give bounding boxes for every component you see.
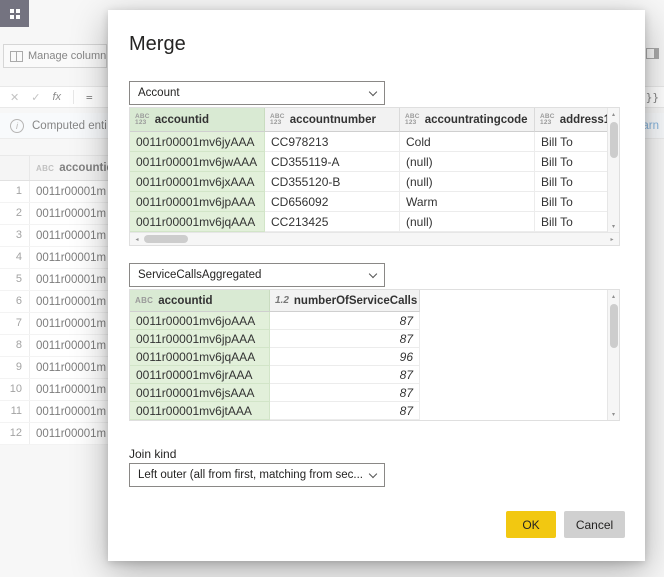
screen: Manage columns ✕ ✓ fx = }}} i Computed e…: [0, 0, 664, 577]
cell[interactable]: CC213425: [265, 212, 400, 232]
table-row: 0011r00001mv6jqAAA 96: [130, 348, 607, 366]
scroll-left-icon[interactable]: ◂: [131, 233, 143, 246]
cell[interactable]: CD355120-B: [265, 172, 400, 192]
horizontal-scrollbar[interactable]: ◂ ▸: [130, 232, 619, 245]
cell[interactable]: CC978213: [265, 132, 400, 152]
table-row: 0011r00001mv6jwAAA CD355119-A (null) Bil…: [130, 152, 607, 172]
scrollbar-thumb[interactable]: [610, 304, 618, 348]
cell[interactable]: CD355119-A: [265, 152, 400, 172]
second-table-select[interactable]: ServiceCallsAggregated: [129, 263, 385, 287]
vertical-scrollbar[interactable]: ▴ ▾: [607, 108, 619, 232]
scroll-up-icon[interactable]: ▴: [608, 290, 619, 302]
header-filler: [420, 290, 607, 312]
cell[interactable]: 87: [270, 312, 420, 330]
column-header-accountid[interactable]: ABC accountid: [130, 290, 270, 312]
column-label: accountratingcode: [425, 114, 528, 126]
cell[interactable]: 0011r00001mv6jqAAA: [130, 212, 265, 232]
table-row: 0011r00001mv6joAAA 87: [130, 312, 607, 330]
cell[interactable]: 0011r00001mv6jqAAA: [130, 348, 270, 366]
header-row: ABC accountid 1.2 numberOfServiceCalls: [130, 290, 607, 312]
any-type-icon: ABC123: [270, 114, 285, 126]
any-type-icon: ABC123: [405, 114, 420, 126]
scrollbar-thumb[interactable]: [144, 235, 188, 243]
cell[interactable]: 0011r00001mv6jyAAA: [130, 132, 265, 152]
cell[interactable]: CD656092: [265, 192, 400, 212]
table-row: 0011r00001mv6jtAAA 87: [130, 402, 607, 420]
cell[interactable]: Bill To: [535, 212, 607, 232]
cell[interactable]: 87: [270, 330, 420, 348]
cell[interactable]: 0011r00001mv6jtAAA: [130, 402, 270, 420]
join-kind-label: Join kind: [129, 447, 176, 461]
table-row: 0011r00001mv6jsAAA 87: [130, 384, 607, 402]
scroll-down-icon[interactable]: ▾: [608, 220, 619, 232]
cell[interactable]: Bill To: [535, 192, 607, 212]
header-row: ABC123 accountid ABC123 accountnumber AB…: [130, 108, 607, 132]
cell[interactable]: Bill To: [535, 172, 607, 192]
column-header-accountid[interactable]: ABC123 accountid: [130, 108, 265, 132]
chevron-down-icon: [369, 87, 377, 95]
cell[interactable]: 96: [270, 348, 420, 366]
first-table-select-value: Account: [138, 87, 364, 99]
table-row: 0011r00001mv6jpAAA CD656092 Warm Bill To: [130, 192, 607, 212]
scroll-up-icon[interactable]: ▴: [608, 108, 619, 120]
cell[interactable]: 87: [270, 366, 420, 384]
row-filler: [420, 348, 607, 366]
vertical-scrollbar[interactable]: ▴ ▾: [607, 290, 619, 420]
cell[interactable]: Cold: [400, 132, 535, 152]
row-filler: [420, 312, 607, 330]
table-row: 0011r00001mv6jpAAA 87: [130, 330, 607, 348]
row-filler: [420, 384, 607, 402]
second-table-select-value: ServiceCallsAggregated: [138, 269, 364, 281]
cell[interactable]: Bill To: [535, 152, 607, 172]
cell[interactable]: 0011r00001mv6jwAAA: [130, 152, 265, 172]
column-label: accountnumber: [290, 114, 376, 126]
table-row: 0011r00001mv6jxAAA CD355120-B (null) Bil…: [130, 172, 607, 192]
scroll-down-icon[interactable]: ▾: [608, 408, 619, 420]
cell[interactable]: 0011r00001mv6joAAA: [130, 312, 270, 330]
first-table-select[interactable]: Account: [129, 81, 385, 105]
cell[interactable]: (null): [400, 152, 535, 172]
cancel-button[interactable]: Cancel: [564, 511, 625, 538]
column-header-numberofservicecalls[interactable]: 1.2 numberOfServiceCalls: [270, 290, 420, 312]
cell[interactable]: 87: [270, 402, 420, 420]
scroll-right-icon[interactable]: ▸: [606, 233, 618, 246]
column-label: accountid: [158, 295, 212, 307]
cell[interactable]: Bill To: [535, 132, 607, 152]
text-type-icon: ABC: [135, 296, 153, 305]
table-row: 0011r00001mv6jrAAA 87: [130, 366, 607, 384]
ok-button[interactable]: OK: [506, 511, 556, 538]
column-label: address1_addr: [560, 114, 607, 126]
cell[interactable]: (null): [400, 172, 535, 192]
any-type-icon: ABC123: [135, 114, 150, 126]
cell[interactable]: 87: [270, 384, 420, 402]
first-table-preview: ABC123 accountid ABC123 accountnumber AB…: [129, 107, 620, 246]
table-row: 0011r00001mv6jyAAA CC978213 Cold Bill To: [130, 132, 607, 152]
row-filler: [420, 366, 607, 384]
table-row: 0011r00001mv6jqAAA CC213425 (null) Bill …: [130, 212, 607, 232]
chevron-down-icon: [369, 469, 377, 477]
cell[interactable]: 0011r00001mv6jpAAA: [130, 192, 265, 212]
chevron-down-icon: [369, 269, 377, 277]
merge-dialog: Merge Account ABC123 accountid ABC123 ac…: [108, 10, 645, 561]
column-label: accountid: [155, 114, 209, 126]
decimal-type-icon: 1.2: [275, 295, 289, 306]
row-filler: [420, 330, 607, 348]
column-header-address1[interactable]: ABC123 address1_addr: [535, 108, 607, 132]
row-filler: [420, 402, 607, 420]
cell[interactable]: 0011r00001mv6jpAAA: [130, 330, 270, 348]
cell[interactable]: Warm: [400, 192, 535, 212]
cell[interactable]: 0011r00001mv6jrAAA: [130, 366, 270, 384]
column-header-accountratingcode[interactable]: ABC123 accountratingcode: [400, 108, 535, 132]
column-label: numberOfServiceCalls: [294, 295, 417, 307]
any-type-icon: ABC123: [540, 114, 555, 126]
dialog-title: Merge: [129, 33, 186, 56]
cell[interactable]: 0011r00001mv6jxAAA: [130, 172, 265, 192]
second-table-preview: ABC accountid 1.2 numberOfServiceCalls 0…: [129, 289, 620, 421]
column-header-accountnumber[interactable]: ABC123 accountnumber: [265, 108, 400, 132]
join-kind-select[interactable]: Left outer (all from first, matching fro…: [129, 463, 385, 487]
join-kind-select-value: Left outer (all from first, matching fro…: [138, 469, 364, 481]
scrollbar-thumb[interactable]: [610, 122, 618, 158]
cell[interactable]: 0011r00001mv6jsAAA: [130, 384, 270, 402]
cell[interactable]: (null): [400, 212, 535, 232]
